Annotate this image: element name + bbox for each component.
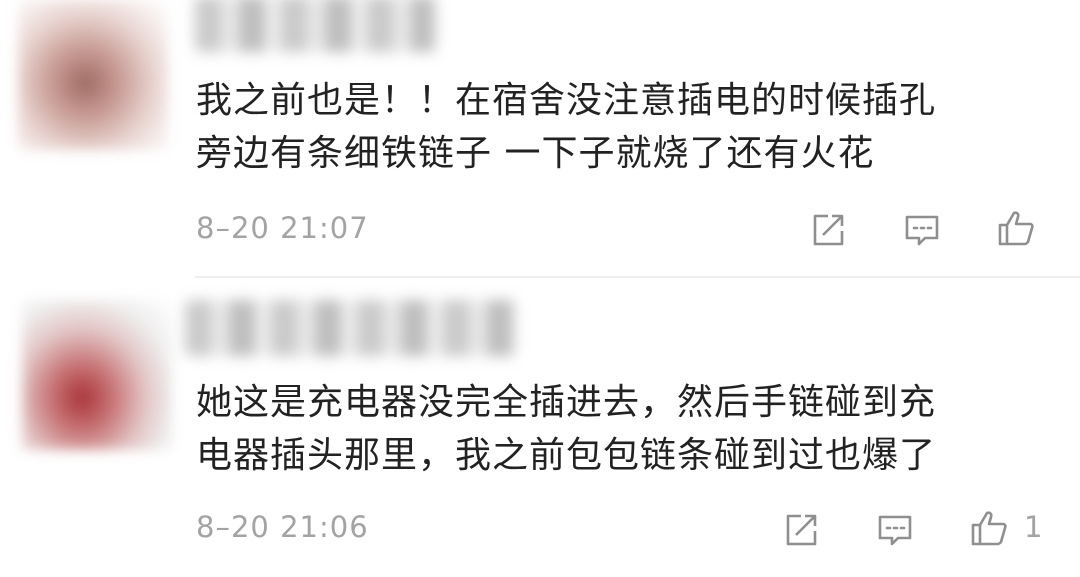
like-count: 1 <box>1024 510 1043 544</box>
comment-text-line: 她这是充电器没完全插进去，然后手链碰到充 <box>196 382 937 423</box>
comment-item: 我之前也是！！在宿舍没注意插电的时候插孔 旁边有条细铁链子 一下子就烧了还有火花… <box>0 0 1080 278</box>
share-icon[interactable] <box>781 510 821 550</box>
avatar[interactable] <box>22 300 172 450</box>
comment-timestamp: 8–20 21:06 <box>196 510 369 544</box>
comment-text-line: 我之前也是！！在宿舍没注意插电的时候插孔 <box>196 80 937 121</box>
comment-text: 她这是充电器没完全插进去，然后手链碰到充 电器插头那里，我之前包包链条碰到过也爆… <box>196 376 936 482</box>
comment-item: 她这是充电器没完全插进去，然后手链碰到充 电器插头那里，我之前包包链条碰到过也爆… <box>0 278 1080 577</box>
reply-icon[interactable] <box>902 210 942 250</box>
reply-icon[interactable] <box>875 510 915 550</box>
share-icon[interactable] <box>808 210 848 250</box>
comment-timestamp: 8–20 21:07 <box>196 211 369 245</box>
comment-text-line: 电器插头那里，我之前包包链条碰到过也爆了 <box>196 435 937 476</box>
username-blurred[interactable] <box>195 0 435 52</box>
comment-text-line: 旁边有条细铁链子 一下子就烧了还有火花 <box>196 133 875 174</box>
username-blurred[interactable] <box>185 300 515 356</box>
thumbs-up-icon[interactable] <box>969 508 1009 548</box>
avatar[interactable] <box>18 0 168 150</box>
thumbs-up-icon[interactable] <box>996 208 1036 248</box>
comment-text: 我之前也是！！在宿舍没注意插电的时候插孔 旁边有条细铁链子 一下子就烧了还有火花 <box>196 74 936 180</box>
